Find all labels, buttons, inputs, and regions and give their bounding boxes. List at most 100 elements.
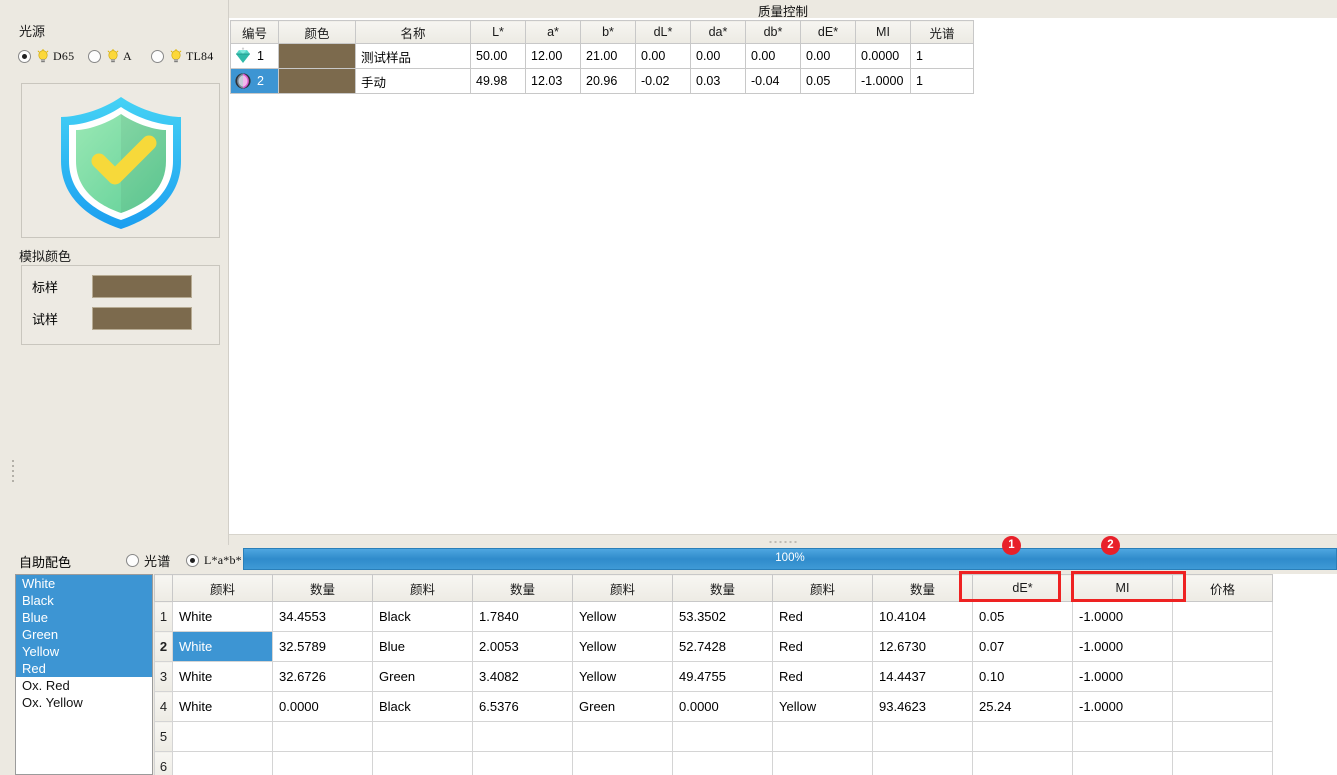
mode-option-lab[interactable]: L*a*b* (186, 550, 242, 570)
qc-header-db[interactable]: db* (746, 21, 801, 44)
sim-sample-label: 试样 (22, 309, 92, 328)
qc-header-da[interactable]: da* (691, 21, 746, 44)
qc-cell-spectrum: 1 (911, 44, 974, 69)
table-row[interactable]: 2 White 32.5789 Blue 2.0053 Yellow 52.74… (155, 632, 1273, 662)
formula-cell (1173, 722, 1273, 752)
formula-row-index[interactable]: 6 (155, 752, 173, 775)
qc-header-dL[interactable]: dL* (636, 21, 691, 44)
formula-header-amount2[interactable]: 数量 (473, 575, 573, 602)
annotation-badge-2: 2 (1101, 536, 1120, 555)
vertical-splitter-handle[interactable] (12, 460, 17, 482)
qc-cell-dL: -0.02 (636, 69, 691, 94)
list-item[interactable]: Blue (16, 609, 152, 626)
list-item[interactable]: Red (16, 660, 152, 677)
formula-header-pigment2[interactable]: 颜料 (373, 575, 473, 602)
formula-row-index[interactable]: 2 (155, 632, 173, 662)
qc-cell-da: 0.00 (691, 44, 746, 69)
table-row[interactable]: 3 White 32.6726 Green 3.4082 Yellow 49.4… (155, 662, 1273, 692)
formula-cell: 25.24 (973, 692, 1073, 722)
formula-cell: -1.0000 (1073, 662, 1173, 692)
qc-cell-index[interactable]: 1 (231, 44, 279, 69)
lightsource-option-d65[interactable]: D65 (18, 46, 74, 66)
qc-header-dE[interactable]: dE* (801, 21, 856, 44)
qc-header-index[interactable]: 编号 (231, 21, 279, 44)
radio-indicator[interactable] (18, 50, 31, 63)
qc-header-a[interactable]: a* (526, 21, 581, 44)
formula-cell: 6.5376 (473, 692, 573, 722)
table-row[interactable]: 2 手动 49.98 12.03 20.96 -0.02 0.03 -0.04 … (231, 69, 974, 94)
formula-header-corner (155, 575, 173, 602)
table-row[interactable]: 5 (155, 722, 1273, 752)
qc-cell-a: 12.03 (526, 69, 581, 94)
progress-percent-label: 100% (244, 552, 1336, 564)
qc-cell-name: 手动 (356, 69, 471, 94)
list-item[interactable]: Ox. Yellow (16, 694, 152, 711)
formula-cell (373, 752, 473, 775)
formula-row-index[interactable]: 5 (155, 722, 173, 752)
qc-header-spectrum[interactable]: 光谱 (911, 21, 974, 44)
table-row[interactable]: 4 White 0.0000 Black 6.5376 Green 0.0000… (155, 692, 1273, 722)
formula-header-amount1[interactable]: 数量 (273, 575, 373, 602)
formula-cell: White (173, 632, 273, 662)
formula-row-index[interactable]: 1 (155, 602, 173, 632)
formula-cell (473, 722, 573, 752)
formula-table-area: 颜料 数量 颜料 数量 颜料 数量 颜料 数量 dE* MI 价格 1 Whit… (154, 574, 1337, 775)
auto-color-bar: 自助配色 光谱 L*a*b* 100% (0, 546, 1337, 574)
formula-cell: 32.5789 (273, 632, 373, 662)
formula-cell: 14.4437 (873, 662, 973, 692)
formula-cell: 0.05 (973, 602, 1073, 632)
radio-indicator[interactable] (151, 50, 164, 63)
list-item[interactable]: Black (16, 592, 152, 609)
lightsource-radio-group: D65 A (18, 46, 230, 66)
radio-indicator[interactable] (88, 50, 101, 63)
formula-cell: -1.0000 (1073, 692, 1173, 722)
formula-header-dE[interactable]: dE* (973, 575, 1073, 602)
color-swatch (279, 69, 355, 93)
table-row[interactable]: 6 (155, 752, 1273, 775)
formula-header-MI[interactable]: MI (1073, 575, 1173, 602)
qc-header-b[interactable]: b* (581, 21, 636, 44)
formula-cell (1173, 662, 1273, 692)
qc-cell-dL: 0.00 (636, 44, 691, 69)
formula-cell: 3.4082 (473, 662, 573, 692)
formula-cell (1073, 752, 1173, 775)
formula-header-pigment4[interactable]: 颜料 (773, 575, 873, 602)
qc-row-index-text: 1 (257, 49, 264, 63)
formula-header-amount3[interactable]: 数量 (673, 575, 773, 602)
formula-cell: 52.7428 (673, 632, 773, 662)
formula-cell: 0.0000 (273, 692, 373, 722)
qc-header-MI[interactable]: MI (856, 21, 911, 44)
formula-header-amount4[interactable]: 数量 (873, 575, 973, 602)
qc-cell-index[interactable]: 2 (231, 69, 279, 94)
formula-header-pigment1[interactable]: 颜料 (173, 575, 273, 602)
list-item[interactable]: Green (16, 626, 152, 643)
formula-cell (1173, 632, 1273, 662)
formula-cell: Red (773, 632, 873, 662)
qc-cell-db: -0.04 (746, 69, 801, 94)
pigment-list[interactable]: White Black Blue Green Yellow Red Ox. Re… (15, 574, 153, 775)
table-row[interactable]: 1 测试样品 50.00 12.00 21.00 0.00 0.00 0.00 … (231, 44, 974, 69)
formula-row-index[interactable]: 4 (155, 692, 173, 722)
qc-header-name[interactable]: 名称 (356, 21, 471, 44)
mode-option-spectrum[interactable]: 光谱 (126, 550, 170, 570)
lightsource-option-a[interactable]: A (88, 46, 132, 66)
formula-header-pigment3[interactable]: 颜料 (573, 575, 673, 602)
radio-indicator[interactable] (186, 554, 199, 567)
formula-row-index[interactable]: 3 (155, 662, 173, 692)
qc-header-L[interactable]: L* (471, 21, 526, 44)
formula-cell (1073, 722, 1173, 752)
formula-cell (973, 752, 1073, 775)
lightsource-option-tl84[interactable]: TL84 (151, 46, 213, 66)
formula-cell: -1.0000 (1073, 632, 1173, 662)
list-item[interactable]: Ox. Red (16, 677, 152, 694)
lightbulb-icon (106, 49, 120, 64)
formula-cell (873, 752, 973, 775)
radio-indicator[interactable] (126, 554, 139, 567)
list-item[interactable]: Yellow (16, 643, 152, 660)
formula-header-price[interactable]: 价格 (1173, 575, 1273, 602)
table-row[interactable]: 1 White 34.4553 Black 1.7840 Yellow 53.3… (155, 602, 1273, 632)
simulated-color-label: 模拟颜色 (19, 246, 71, 265)
list-item[interactable]: White (16, 575, 152, 592)
qc-header-color[interactable]: 颜色 (279, 21, 356, 44)
formula-cell: 49.4755 (673, 662, 773, 692)
